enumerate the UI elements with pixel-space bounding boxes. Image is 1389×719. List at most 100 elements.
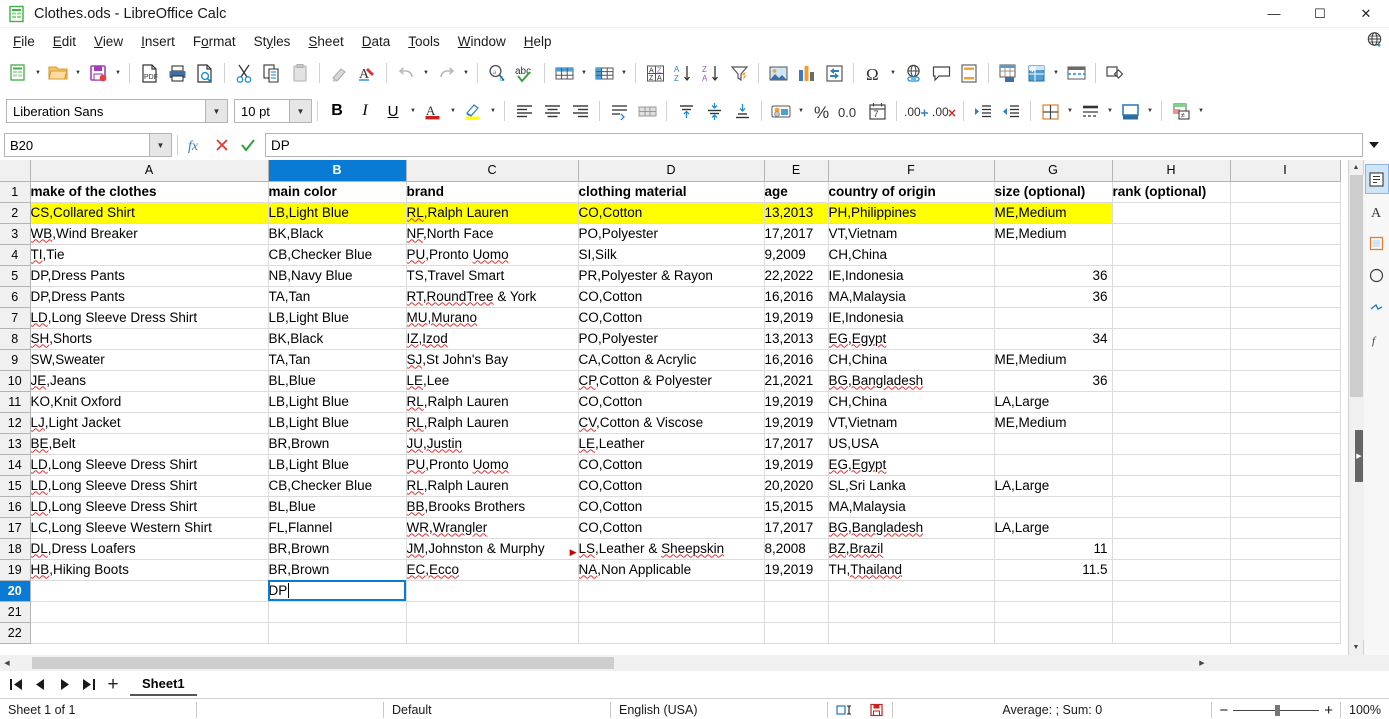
decrease-indent-icon[interactable] <box>997 96 1025 126</box>
open-file-dropdown-arrow[interactable] <box>72 58 84 88</box>
cell-C15[interactable]: RL,Ralph Lauren <box>406 475 579 497</box>
cell-G6[interactable]: 36 <box>994 286 1113 308</box>
cell-H8[interactable] <box>1112 328 1231 350</box>
print-preview-icon[interactable] <box>191 58 219 88</box>
cell-I3[interactable] <box>1230 223 1341 245</box>
menu-sheet[interactable]: Sheet <box>299 31 352 52</box>
cell-C11[interactable]: RL,Ralph Lauren <box>406 391 579 413</box>
cell-F17[interactable]: BG,Bangladesh <box>827 517 995 539</box>
export-pdf-icon[interactable]: PDF <box>135 58 163 88</box>
cell-D15[interactable]: CO,Cotton <box>578 475 765 497</box>
cell-I21[interactable] <box>1230 601 1341 623</box>
cell-F18[interactable]: BZ,Brazil <box>827 538 995 560</box>
menu-view[interactable]: View <box>85 31 132 52</box>
align-bottom-icon[interactable] <box>728 96 756 126</box>
cell-B5[interactable]: NB,Navy Blue <box>268 265 407 287</box>
cell-F15[interactable]: SL,Sri Lanka <box>827 475 995 497</box>
insert-image-icon[interactable] <box>764 58 792 88</box>
font-color-dropdown-arrow[interactable] <box>447 96 459 126</box>
cell-H11[interactable] <box>1112 391 1231 413</box>
globe-icon[interactable] <box>1366 31 1383 51</box>
cell-H12[interactable] <box>1112 412 1231 434</box>
cell-A7[interactable]: LD,Long Sleeve Dress Shirt <box>30 307 269 329</box>
spelling-icon[interactable]: abc <box>511 58 539 88</box>
zoom-slider[interactable]: − + <box>1212 702 1340 719</box>
cell-G7[interactable] <box>994 307 1113 329</box>
cell-B4[interactable]: CB,Checker Blue <box>268 244 407 266</box>
cell-H7[interactable] <box>1112 307 1231 329</box>
cell-D17[interactable]: CO,Cotton <box>578 517 765 539</box>
cell-B13[interactable]: BR,Brown <box>268 433 407 455</box>
cell-A21[interactable] <box>30 601 269 623</box>
freeze-dropdown-arrow[interactable] <box>1050 58 1062 88</box>
font-size-combo[interactable]: 10 pt ▼ <box>234 99 312 123</box>
cell-D11[interactable]: CO,Cotton <box>578 391 765 413</box>
row-header-3[interactable]: 3 <box>0 223 31 245</box>
cell-G9[interactable]: ME,Medium <box>994 349 1113 371</box>
sidebar-hide-handle[interactable]: ▶ <box>1355 430 1363 482</box>
row-header-5[interactable]: 5 <box>0 265 31 287</box>
cell-F4[interactable]: CH,China <box>827 244 995 266</box>
cell-B12[interactable]: LB,Light Blue <box>268 412 407 434</box>
cell-G19[interactable]: 11.5 <box>994 559 1113 581</box>
clone-formatting-icon[interactable] <box>325 58 353 88</box>
cell-A15[interactable]: LD,Long Sleeve Dress Shirt <box>30 475 269 497</box>
cell-C22[interactable] <box>406 622 579 644</box>
cell-I8[interactable] <box>1230 328 1341 350</box>
cell-C21[interactable] <box>406 601 579 623</box>
comment-icon[interactable] <box>927 58 955 88</box>
cell-G15[interactable]: LA,Large <box>994 475 1113 497</box>
row-header-17[interactable]: 17 <box>0 517 31 539</box>
cell-A16[interactable]: LD,Long Sleeve Dress Shirt <box>30 496 269 518</box>
cell-D16[interactable]: CO,Cotton <box>578 496 765 518</box>
cell-G14[interactable] <box>994 454 1113 476</box>
cell-D3[interactable]: PO,Polyester <box>578 223 765 245</box>
cell-E13[interactable]: 17,2017 <box>764 433 829 455</box>
cell-B2[interactable]: LB,Light Blue <box>268 202 407 224</box>
cell-A11[interactable]: KO,Knit Oxford <box>30 391 269 413</box>
cell-I16[interactable] <box>1230 496 1341 518</box>
delete-decimal-icon[interactable]: .00 <box>930 96 958 126</box>
cell-C12[interactable]: RL,Ralph Lauren <box>406 412 579 434</box>
next-sheet-icon[interactable] <box>52 673 76 697</box>
cell-H4[interactable] <box>1112 244 1231 266</box>
accept-icon[interactable] <box>235 132 261 158</box>
cell-E4[interactable]: 9,2009 <box>764 244 829 266</box>
column-header-f[interactable]: F <box>828 160 995 182</box>
save-icon[interactable] <box>84 58 112 88</box>
redo-icon[interactable] <box>432 58 460 88</box>
row-header-18[interactable]: 18 <box>0 538 31 560</box>
cell-H20[interactable] <box>1112 580 1231 602</box>
cell-F12[interactable]: VT,Vietnam <box>827 412 995 434</box>
cell-H13[interactable] <box>1112 433 1231 455</box>
zoom-out-button[interactable]: − <box>1219 702 1228 719</box>
cell-E2[interactable]: 13,2013 <box>764 202 829 224</box>
cell-D6[interactable]: CO,Cotton <box>578 286 765 308</box>
cell-D10[interactable]: CP,Cotton & Polyester <box>578 370 765 392</box>
insert-mode-icon[interactable] <box>828 699 861 719</box>
cell-header-C[interactable]: brand <box>406 181 579 203</box>
format-number-icon[interactable]: 0.0 <box>835 96 863 126</box>
column-header-e[interactable]: E <box>764 160 829 182</box>
underline-dropdown-arrow[interactable] <box>407 96 419 126</box>
cell-A17[interactable]: LC,Long Sleeve Western Shirt <box>30 517 269 539</box>
cell-H15[interactable] <box>1112 475 1231 497</box>
autofilter-icon[interactable] <box>725 58 753 88</box>
cell-D19[interactable]: NA,Non Applicable <box>578 559 765 581</box>
cell-G4[interactable] <box>994 244 1113 266</box>
cell-D8[interactable]: PO,Polyester <box>578 328 765 350</box>
cell-I19[interactable] <box>1230 559 1341 581</box>
define-print-area-icon[interactable] <box>994 58 1022 88</box>
chevron-down-icon[interactable]: ▼ <box>149 134 171 156</box>
cell-B9[interactable]: TA,Tan <box>268 349 407 371</box>
cell-H9[interactable] <box>1112 349 1231 371</box>
cell-I22[interactable] <box>1230 622 1341 644</box>
row-icon[interactable] <box>550 58 578 88</box>
cell-B18[interactable]: BR,Brown <box>268 538 407 560</box>
cell-B19[interactable]: BR,Brown <box>268 559 407 581</box>
cell-F16[interactable]: MA,Malaysia <box>827 496 995 518</box>
redo-dropdown-arrow[interactable] <box>460 58 472 88</box>
align-top-icon[interactable] <box>672 96 700 126</box>
cell-H2[interactable] <box>1112 202 1231 224</box>
cell-C14[interactable]: PU,Pronto Uomo <box>406 454 579 476</box>
